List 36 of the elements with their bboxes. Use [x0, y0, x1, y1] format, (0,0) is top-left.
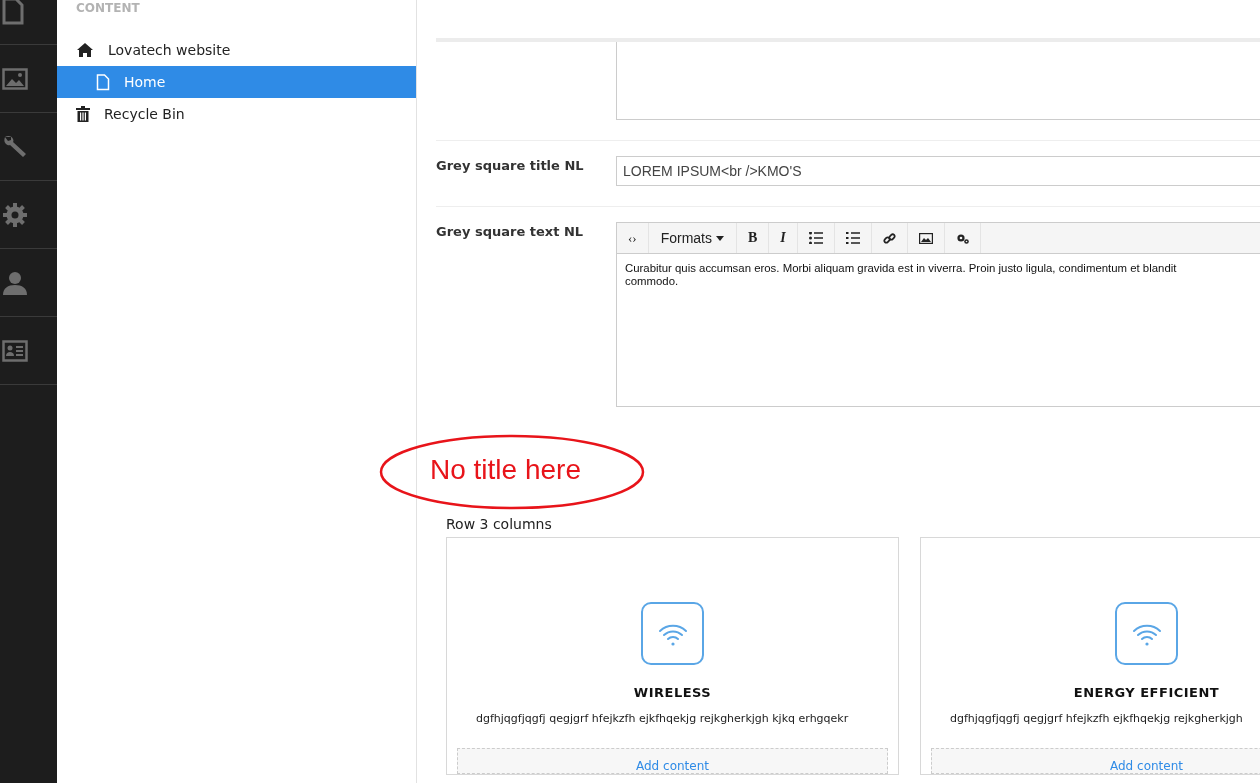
document-icon [96, 73, 110, 91]
link-icon [882, 231, 896, 245]
grid-title: Row 3 columns [446, 516, 552, 532]
field-label: Grey square title NL [436, 157, 585, 175]
editor-text: Curabitur quis accumsan eros. Morbi aliquam gravida est in viverra. Proin justo ligula, condimentum et blandit [625, 262, 1178, 275]
feature-title: WIRELESS [633, 685, 712, 700]
caret-icon [716, 235, 724, 241]
id-card-icon [2, 339, 28, 362]
annotation-text: No title here [430, 454, 581, 486]
feature-title: ENERGY EFFICIENT [1073, 685, 1220, 700]
input-field[interactable]: LOREM IPSUM<br />KMO'S [616, 156, 1260, 186]
bold-button[interactable]: B [737, 223, 770, 253]
field-label: Grey square text NL [436, 223, 585, 241]
feature-text: dgfhjqgfjqgfj qegjgrf hfejkzfh ejkfhqekjg rejkgherkjgh [949, 712, 1244, 725]
gears-icon [955, 232, 969, 244]
tree-item[interactable]: Recycle Bin [57, 98, 416, 130]
italic-button[interactable]: I [769, 223, 798, 253]
numbered-list-icon [845, 232, 860, 244]
editor-text: commodo. [625, 275, 680, 288]
feature-text: dgfhjqgfjqgfj qegjgrf hfejkzfh ejkfhqekjg rejkgherkjgh kjkq erhgqekr [475, 712, 850, 725]
wrench-icon [2, 133, 28, 160]
user-icon [2, 269, 28, 296]
image-icon [2, 67, 28, 90]
bullet-list-icon [808, 232, 823, 244]
trash-icon [76, 106, 90, 122]
document-icon [2, 0, 24, 25]
wifi-icon [1115, 602, 1178, 665]
tree-item[interactable]: Home [57, 66, 416, 98]
tree-item[interactable]: Lovatech website [57, 34, 416, 66]
home-icon [76, 42, 94, 58]
formats-dropdown[interactable]: Formats [648, 223, 737, 253]
wifi-icon [641, 602, 704, 665]
rich-text-editor[interactable]: ‹› Formats B I Curabitur quis accumsan eros. Morbi aliquam gravida est in viverra. Proin justo ligula, condimentum et blandit commodo. [616, 222, 1260, 407]
image-icon [918, 232, 933, 244]
source-code-button[interactable]: ‹› [617, 223, 649, 253]
section-heading: CONTENT [75, 0, 141, 17]
